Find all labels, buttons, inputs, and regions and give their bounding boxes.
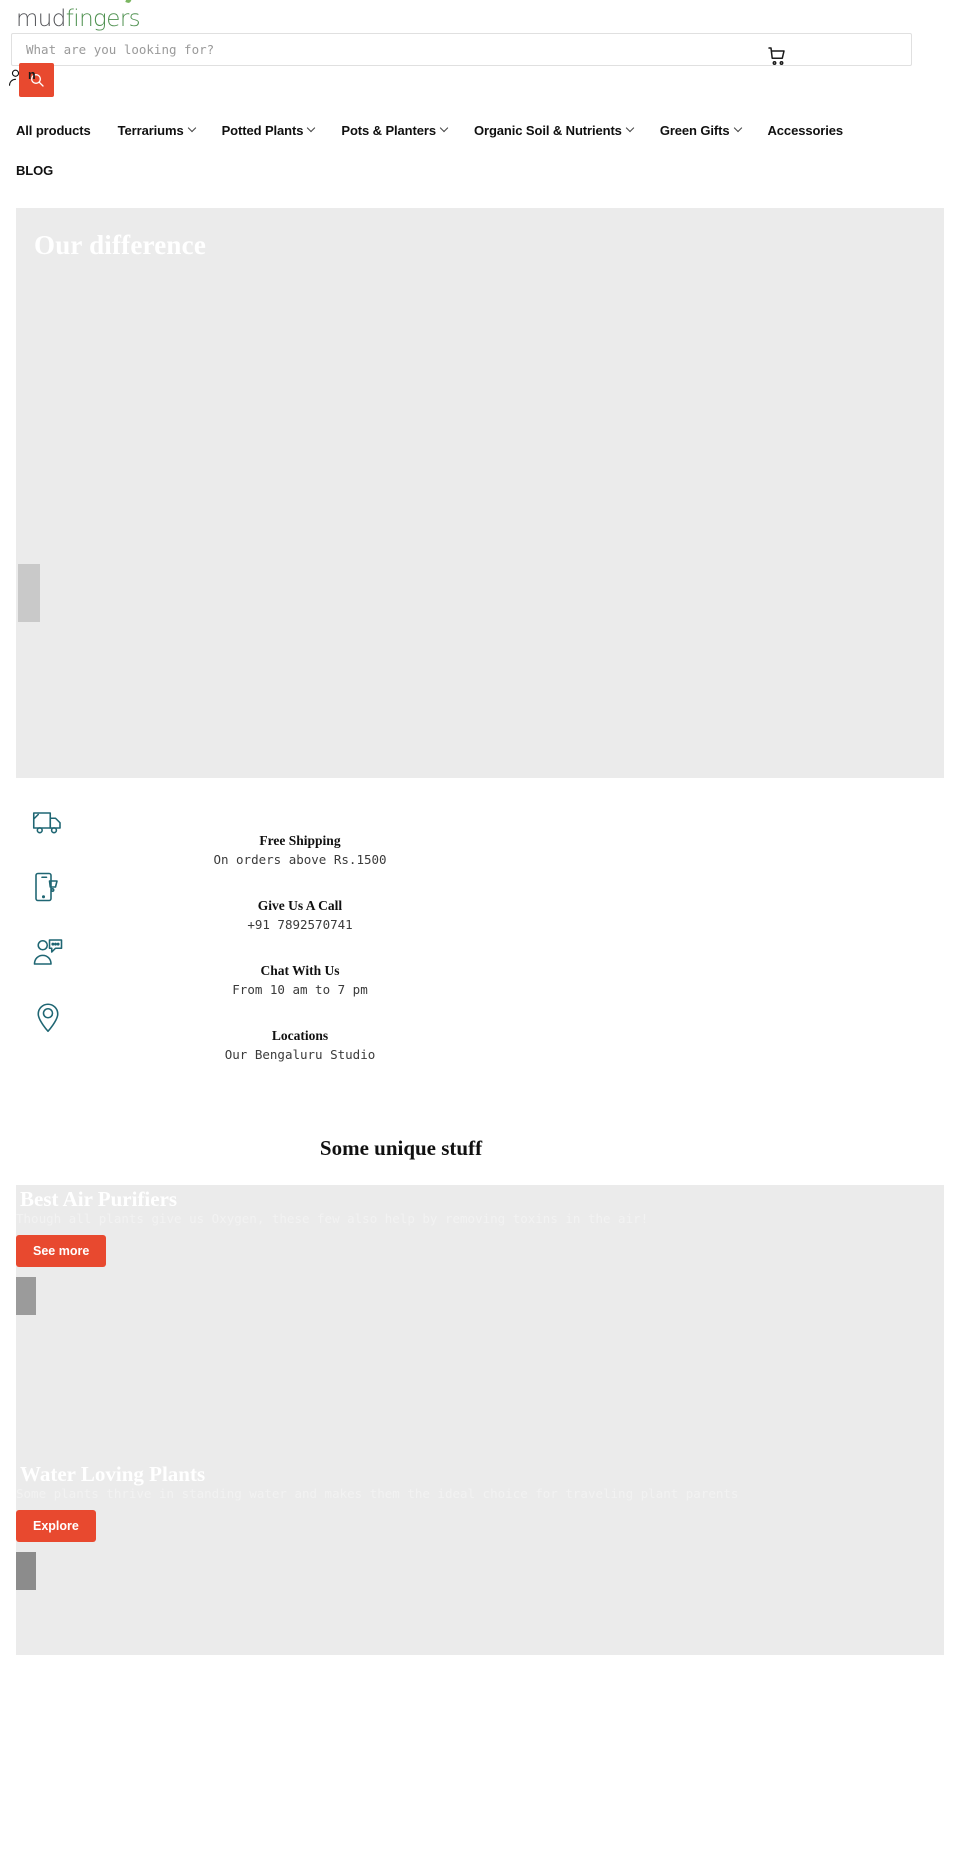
promo-card-water-loving-plants[interactable]: Water Loving Plants Some plants thrive i… bbox=[16, 1420, 944, 1655]
logo-text-fingers: fingers bbox=[65, 6, 141, 32]
feature-free-shipping: Free Shipping On orders above Rs.1500 bbox=[16, 804, 944, 869]
chevron-down-icon bbox=[439, 123, 449, 133]
nav-label: Organic Soil & Nutrients bbox=[473, 122, 622, 138]
nav-item-organic-soil-and-nutrients[interactable]: Organic Soil & Nutrients bbox=[473, 122, 635, 138]
feature-chat-with-us: Chat With Us From 10 am to 7 pm bbox=[16, 934, 944, 999]
hero-title: Our difference bbox=[34, 230, 207, 260]
feature-title: Free Shipping bbox=[259, 833, 341, 848]
promo-subtitle: Though all plants give us Oxygen, these … bbox=[16, 1211, 649, 1226]
feature-title: Locations bbox=[271, 1028, 329, 1043]
chevron-down-icon bbox=[733, 123, 742, 133]
promo-image-placeholder bbox=[16, 1277, 36, 1315]
cart-icon bbox=[768, 47, 785, 65]
explore-button[interactable]: Explore bbox=[16, 1510, 96, 1542]
nav-item-pots-and-planters[interactable]: Pots & Planters bbox=[341, 122, 449, 138]
hero-cta-placeholder[interactable] bbox=[18, 564, 40, 622]
feature-subtitle: From 10 am to 7 pm bbox=[232, 981, 368, 997]
feature-title: Give Us A Call bbox=[257, 898, 343, 913]
feature-title: Chat With Us bbox=[260, 963, 340, 978]
logo-text-mud: mud bbox=[16, 6, 66, 32]
chevron-down-icon bbox=[187, 123, 196, 133]
features-section: Free Shipping On orders above Rs.1500 Gi… bbox=[0, 804, 960, 1064]
site-header: mudfingers n bbox=[0, 0, 960, 110]
nav-label: Terrariums bbox=[117, 122, 184, 138]
nav-row-primary: All products Terrariums Potted Plants Po… bbox=[16, 110, 944, 150]
nav-item-green-gifts[interactable]: Green Gifts bbox=[659, 122, 742, 138]
section-heading-unique: Some unique stuff bbox=[319, 1136, 483, 1160]
feature-locations: Locations Our Bengaluru Studio bbox=[16, 999, 944, 1064]
feature-give-us-a-call: Give Us A Call +91 7892570741 bbox=[16, 869, 944, 934]
promo-image-placeholder bbox=[16, 1552, 36, 1590]
nav-item-potted-plants[interactable]: Potted Plants bbox=[221, 122, 316, 138]
nav-label: Pots & Planters bbox=[341, 122, 436, 138]
cart-button[interactable] bbox=[765, 44, 791, 70]
see-more-button[interactable]: See more bbox=[16, 1235, 107, 1267]
promo-title: Water Loving Plants bbox=[20, 1462, 206, 1486]
nav-item-all-products[interactable]: All products bbox=[16, 123, 91, 138]
feature-text: Free Shipping On orders above Rs.1500 bbox=[16, 832, 944, 869]
promo-card-air-purifiers[interactable]: Best Air Purifiers Though all plants giv… bbox=[16, 1185, 944, 1420]
nav-label: Accessories bbox=[767, 122, 844, 138]
promo-title: Best Air Purifiers bbox=[20, 1187, 178, 1211]
account-label: n bbox=[28, 68, 36, 82]
feature-subtitle: On orders above Rs.1500 bbox=[213, 851, 387, 867]
site-logo[interactable]: mudfingers bbox=[16, 0, 141, 32]
nav-item-accessories[interactable]: Accessories bbox=[768, 123, 844, 138]
person-icon bbox=[8, 69, 20, 86]
feature-text: Chat With Us From 10 am to 7 pm bbox=[16, 962, 944, 999]
chevron-down-icon bbox=[625, 123, 635, 133]
nav-label: BLOG bbox=[16, 162, 54, 178]
main-navigation: All products Terrariums Potted Plants Po… bbox=[0, 110, 960, 190]
leaf-icon bbox=[125, 0, 132, 4]
promo-subtitle: Some plants thrive in standing water and… bbox=[16, 1486, 739, 1501]
nav-item-terrariums[interactable]: Terrariums bbox=[117, 122, 196, 138]
account-link[interactable]: n bbox=[3, 68, 36, 86]
chevron-down-icon bbox=[307, 123, 316, 133]
feature-text: Locations Our Bengaluru Studio bbox=[16, 1027, 944, 1064]
nav-label: All products bbox=[16, 122, 91, 138]
nav-label: Potted Plants bbox=[221, 122, 304, 138]
nav-row-secondary: BLOG bbox=[16, 150, 944, 190]
nav-label: Green Gifts bbox=[659, 122, 730, 138]
nav-item-blog[interactable]: BLOG bbox=[16, 163, 53, 178]
hero-banner: Our difference bbox=[16, 208, 944, 778]
feature-subtitle: Our Bengaluru Studio bbox=[224, 1046, 376, 1062]
feature-text: Give Us A Call +91 7892570741 bbox=[16, 897, 944, 934]
feature-subtitle: +91 7892570741 bbox=[247, 916, 353, 932]
